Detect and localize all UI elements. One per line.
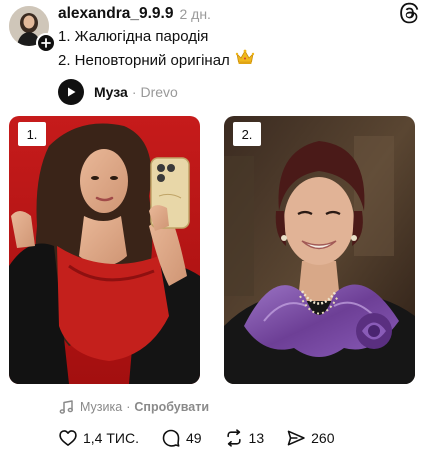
- repost-icon: [226, 429, 241, 447]
- follow-button[interactable]: [36, 33, 56, 53]
- photo-1[interactable]: 1.: [9, 116, 200, 384]
- avatar-wrap[interactable]: [9, 6, 56, 53]
- post-caption: 1. Жалюгідна пародія 2. Неповторний ориг…: [58, 25, 255, 73]
- post-actions: 1,4 ТИС. 49 13 260: [58, 426, 356, 450]
- username[interactable]: alexandra_9.9.9: [58, 5, 173, 23]
- song-separator: ·: [131, 84, 137, 100]
- comment-button[interactable]: 49: [161, 428, 202, 448]
- music-prompt[interactable]: Музика · Спробувати: [58, 397, 209, 417]
- song-artist[interactable]: Drevo: [141, 84, 178, 100]
- repost-count: 13: [248, 430, 265, 446]
- threads-icon[interactable]: [398, 2, 420, 24]
- plus-icon: [41, 38, 51, 48]
- photo-2-label: 2.: [233, 122, 261, 146]
- music-prompt-label: Музика: [80, 400, 123, 414]
- repost-button[interactable]: 13: [224, 428, 265, 448]
- send-icon: [287, 430, 305, 446]
- timestamp: 2 дн.: [179, 6, 211, 22]
- comment-icon: [162, 429, 180, 447]
- play-icon: [68, 87, 76, 97]
- photo-2[interactable]: 2.: [224, 116, 415, 384]
- caption-text-1: 1. Жалюгідна пародія: [58, 28, 209, 45]
- try-music-link[interactable]: Спробувати: [134, 400, 209, 414]
- photo-1-label: 1.: [18, 122, 46, 146]
- share-count: 260: [311, 430, 335, 446]
- play-button[interactable]: [58, 79, 84, 105]
- like-count: 1,4 ТИС.: [83, 430, 139, 446]
- caption-line-2: 2. Неповторний оригінал: [58, 49, 255, 73]
- comment-count: 49: [185, 430, 202, 446]
- caption-text-2: 2. Неповторний оригінал: [58, 52, 230, 69]
- music-prompt-separator: ·: [126, 400, 131, 414]
- song-title[interactable]: Муза: [94, 84, 128, 100]
- music-chip[interactable]: Муза · Drevo: [58, 78, 178, 106]
- share-button[interactable]: 260: [286, 428, 334, 448]
- crown-emoji: [235, 49, 255, 73]
- heart-icon: [59, 430, 77, 446]
- caption-line-1: 1. Жалюгідна пародія: [58, 25, 255, 49]
- post-header: alexandra_9.9.9 2 дн.: [58, 3, 416, 25]
- like-button[interactable]: 1,4 ТИС.: [58, 428, 139, 448]
- music-note-icon: [58, 399, 74, 415]
